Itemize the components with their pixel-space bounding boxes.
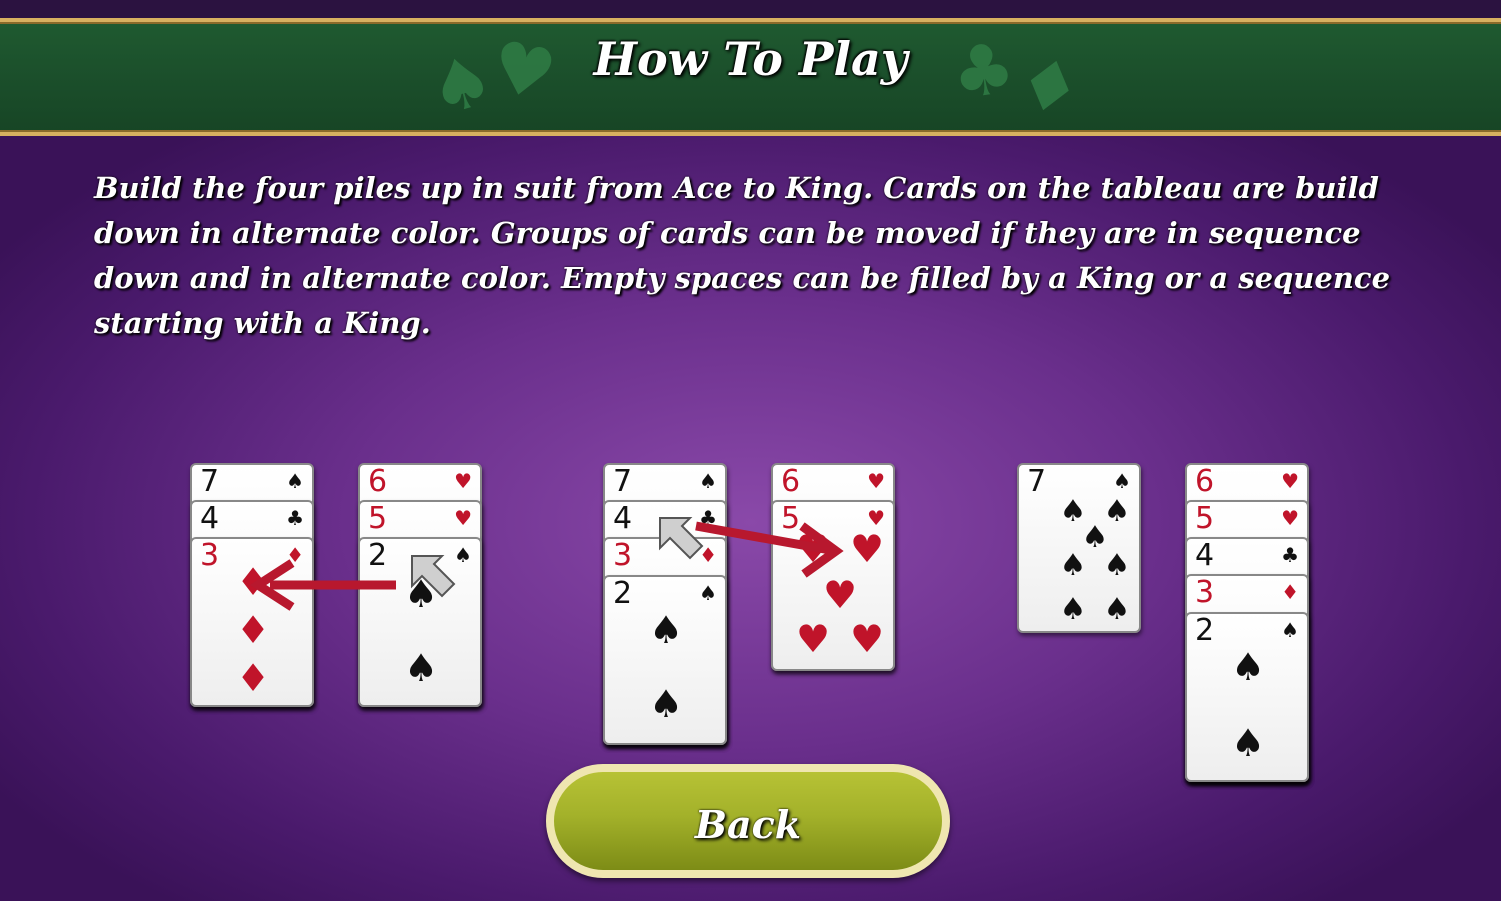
spade-icon: ♠ <box>1103 548 1131 583</box>
card-suit-icon: ♠ <box>699 581 717 605</box>
spade-icon: ♠ <box>1230 645 1266 689</box>
card-suit-icon: ♣ <box>1281 543 1299 567</box>
top-strip <box>0 0 1501 18</box>
instructions-text: Build the four piles up in suit from Ace… <box>94 171 1391 340</box>
card-suit-icon: ♥ <box>1281 506 1299 530</box>
spade-icon: ♠ <box>1103 592 1131 627</box>
playing-card: 2 ♠ ♠ ♠ <box>603 575 727 745</box>
card-suit-icon: ♠ <box>286 469 304 493</box>
card-rank: 5 <box>1195 501 1215 536</box>
card-rank: 6 <box>781 464 801 499</box>
card-suit-icon: ♥ <box>867 469 885 493</box>
card-rank: 4 <box>1195 538 1215 573</box>
spade-icon: ♠ <box>648 682 684 726</box>
spade-icon: ♠ <box>403 646 439 690</box>
card-suit-icon: ♦ <box>1281 580 1299 604</box>
card-suit-icon: ♠ <box>1113 469 1131 493</box>
card-suit-icon: ♥ <box>1281 469 1299 493</box>
card-rank: 3 <box>613 538 633 573</box>
diamond-icon: ♦ <box>235 608 271 652</box>
spade-icon: ♠ <box>648 608 684 652</box>
back-button-label: Back <box>694 802 802 847</box>
heart-icon: ♥ <box>849 617 885 661</box>
heart-icon: ♥ <box>795 617 831 661</box>
card-rank: 2 <box>1195 613 1215 648</box>
card-rank: 6 <box>1195 464 1215 499</box>
playing-card: 7 ♠ ♠ ♠ ♠ ♠ ♠ ♠ ♠ <box>1017 463 1141 633</box>
card-suit-icon: ♣ <box>286 506 304 530</box>
back-button[interactable]: Back <box>546 764 950 878</box>
card-rank: 2 <box>613 576 633 611</box>
cursor-arrow-icon <box>411 555 456 598</box>
diamond-icon: ♦ <box>235 656 271 700</box>
card-suit-icon: ♥ <box>454 469 472 493</box>
card-suit-icon: ♥ <box>454 506 472 530</box>
card-rank: 7 <box>200 464 220 499</box>
cursor-arrow-icon <box>659 517 704 560</box>
card-suit-icon: ♥ <box>867 506 885 530</box>
card-rank: 4 <box>200 501 220 536</box>
spade-icon: ♠ <box>1230 721 1266 765</box>
card-rank: 4 <box>613 501 633 536</box>
heart-icon: ♥ <box>849 527 885 571</box>
spade-icon: ♠ <box>1059 592 1087 627</box>
card-suit-icon: ♠ <box>1281 618 1299 642</box>
move-arrow-icon <box>249 559 396 611</box>
page-title: How To Play <box>593 32 908 86</box>
playing-card: 2 ♠ ♠ ♠ <box>1185 612 1309 782</box>
card-rank: 3 <box>1195 575 1215 610</box>
card-rank: 6 <box>368 464 388 499</box>
card-rank: 7 <box>613 464 633 499</box>
card-suit-icon: ♠ <box>699 469 717 493</box>
card-rank: 7 <box>1027 464 1047 499</box>
card-rank: 5 <box>368 501 388 536</box>
card-rank: 3 <box>200 538 220 573</box>
move-arrow-icon <box>695 521 844 578</box>
spade-icon: ♠ <box>1059 548 1087 583</box>
